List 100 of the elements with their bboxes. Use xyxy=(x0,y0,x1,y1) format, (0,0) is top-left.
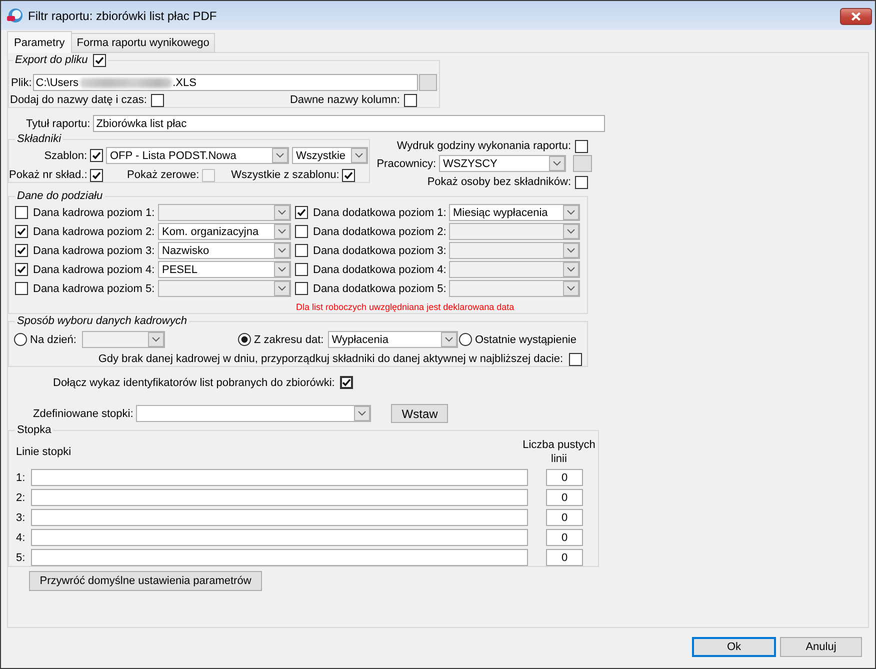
chevron-down-icon xyxy=(354,406,370,421)
footer-line-field[interactable] xyxy=(31,489,528,506)
field-label: Dana kadrowa poziom 3: xyxy=(33,244,156,258)
checkbox[interactable] xyxy=(295,263,308,276)
dropdown[interactable]: Nazwisko xyxy=(158,242,291,259)
blank-lines-field[interactable]: 0 xyxy=(546,509,583,526)
checkbox[interactable] xyxy=(295,282,308,295)
field-label: Dana kadrowa poziom 5: xyxy=(33,282,156,296)
field-label: Gdy brak danej kadrowej w dniu, przyporządkuj składniki do danej aktywnej w najbliższej dacie: xyxy=(98,352,563,366)
checkbox[interactable] xyxy=(295,206,308,219)
checkbox[interactable] xyxy=(90,149,103,162)
line-number: 4: xyxy=(16,530,26,544)
chevron-down-icon xyxy=(274,205,290,220)
dropdown[interactable]: WSZYSCY xyxy=(439,155,566,172)
checkbox[interactable] xyxy=(340,376,353,389)
window-title: Filtr raportu: zbiorówki list płac PDF xyxy=(28,8,217,22)
dropdown[interactable]: OFP - Lista PODST.Nowa xyxy=(106,147,289,164)
field-label: Wydruk godziny wykonania raportu: xyxy=(396,139,571,153)
chevron-down-icon xyxy=(274,281,290,296)
field-label: Pracownicy: xyxy=(376,156,436,170)
dropdown[interactable]: Wszystkie xyxy=(292,147,368,164)
chevron-down-icon xyxy=(272,148,288,163)
radio-button[interactable] xyxy=(238,333,251,346)
field-label: Dołącz wykaz identyfikatorów list pobranych do zbiorówki: xyxy=(53,376,335,390)
insert-button[interactable]: Wstaw xyxy=(391,404,448,423)
dropdown[interactable]: Wypłacenia xyxy=(328,331,458,348)
field-label: Dawne nazwy kolumn: xyxy=(290,93,400,107)
field-label: Szablon: xyxy=(43,148,87,162)
checkbox[interactable] xyxy=(342,168,356,182)
blank-lines-field[interactable]: 0 xyxy=(546,529,583,546)
line-number: 1: xyxy=(16,470,26,484)
chevron-down-icon xyxy=(148,332,164,347)
field-label: Plik: xyxy=(11,76,32,90)
close-icon xyxy=(851,12,861,21)
checkbox[interactable] xyxy=(150,94,164,106)
tab[interactable]: Parametry xyxy=(7,31,72,53)
checkbox[interactable] xyxy=(15,225,28,238)
chevron-down-icon xyxy=(563,224,579,239)
chevron-down-icon xyxy=(563,262,579,277)
restore-defaults-button[interactable]: Przywróć domyślne ustawienia parametrów xyxy=(29,571,262,591)
app-logo-icon xyxy=(7,8,23,24)
field-label: Wszystkie z szablonu: xyxy=(231,168,340,182)
report-title-field[interactable]: Zbiorówka list płac xyxy=(93,115,606,132)
group-title: Sposób wyboru danych kadrowych xyxy=(17,314,187,328)
field-label: Zdefiniowane stopki: xyxy=(33,406,134,420)
radio-button[interactable] xyxy=(14,333,27,346)
checkbox[interactable] xyxy=(295,244,308,257)
dialog-button[interactable]: Ok xyxy=(692,637,776,657)
checkbox[interactable] xyxy=(90,168,103,182)
checkbox[interactable] xyxy=(15,263,28,276)
line-number: 2: xyxy=(16,490,26,504)
warning-note: Dla list roboczych uwzględniana jest deklarowana data xyxy=(296,301,516,313)
column-heading: Liczba pustych linii xyxy=(522,438,596,466)
checkbox[interactable] xyxy=(575,140,588,152)
radio-button[interactable] xyxy=(459,333,472,346)
close-button[interactable] xyxy=(840,8,872,25)
column-heading: Linie stopki xyxy=(16,445,72,459)
file-path-field[interactable]: C:\Users .XLS xyxy=(32,74,418,91)
checkbox[interactable] xyxy=(92,54,106,66)
blank-lines-field[interactable]: 0 xyxy=(546,489,583,506)
checkbox[interactable] xyxy=(15,282,28,295)
line-number: 3: xyxy=(16,510,26,524)
checkbox[interactable] xyxy=(404,94,417,106)
field-label: Dana dodatkowa poziom 5: xyxy=(313,282,447,296)
dropdown[interactable]: PESEL xyxy=(158,261,291,278)
footer-line-field[interactable] xyxy=(31,509,528,526)
blank-lines-field[interactable]: 0 xyxy=(546,549,583,566)
dialog-button[interactable]: Anuluj xyxy=(780,637,862,657)
chevron-down-icon xyxy=(274,262,290,277)
checkbox[interactable] xyxy=(575,176,588,188)
field-label: Dana dodatkowa poziom 3: xyxy=(313,244,447,258)
dropdown[interactable]: Kom. organizacyjna xyxy=(158,223,291,240)
checkbox[interactable] xyxy=(15,244,28,257)
chevron-down-icon xyxy=(274,224,290,239)
dropdown[interactable]: Miesiąc wypłacenia xyxy=(449,204,580,221)
checkbox[interactable] xyxy=(569,352,582,366)
checkbox[interactable] xyxy=(295,225,308,238)
chevron-down-icon xyxy=(274,243,290,258)
footer-line-field[interactable] xyxy=(31,469,528,486)
blank-lines-field[interactable]: 0 xyxy=(546,469,583,486)
footer-line-field[interactable] xyxy=(31,529,528,546)
radio-label: Z zakresu dat: xyxy=(254,332,324,346)
chevron-down-icon xyxy=(563,281,579,296)
field-label: Pokaż osoby bez składników: xyxy=(427,175,571,189)
field-label: Dana kadrowa poziom 4: xyxy=(33,262,156,276)
chevron-down-icon xyxy=(549,156,565,171)
radio-label: Ostatnie wystąpienie xyxy=(475,332,576,346)
field-label: Dodaj do nazwy datę i czas: xyxy=(10,93,147,107)
chevron-down-icon xyxy=(440,332,457,347)
field-label: Pokaż nr skład.: xyxy=(9,168,87,182)
field-label: Pokaż zerowe: xyxy=(127,168,200,182)
chevron-down-icon xyxy=(351,148,367,163)
tab[interactable]: Forma raportu wynikowego xyxy=(72,33,216,53)
checkbox[interactable] xyxy=(15,206,28,219)
group-title: Składniki xyxy=(17,132,62,146)
field-label: Dana kadrowa poziom 2: xyxy=(33,224,156,238)
line-number: 5: xyxy=(16,550,26,564)
chevron-down-icon xyxy=(563,205,579,220)
footer-line-field[interactable] xyxy=(31,549,528,566)
group-title: Dane do podziału xyxy=(17,189,103,203)
